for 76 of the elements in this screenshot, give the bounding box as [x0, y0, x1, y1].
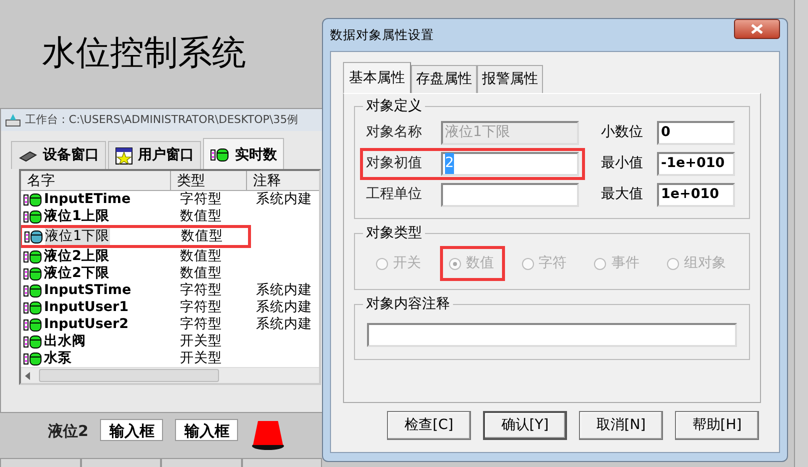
- variable-type: 字符型: [179, 316, 223, 333]
- input-box[interactable]: 输入框: [100, 419, 164, 441]
- field-label: 对象名称: [366, 123, 423, 142]
- variable-type: 字符型: [179, 191, 223, 208]
- input-field[interactable]: [441, 182, 579, 206]
- dialog-button[interactable]: 检查[C]: [387, 411, 471, 440]
- dialog-button[interactable]: 确认[Y]: [483, 411, 567, 440]
- database-icon: [210, 148, 230, 162]
- input-field[interactable]: 0: [657, 120, 735, 144]
- input-field[interactable]: -1e+010: [657, 152, 735, 176]
- column-header[interactable]: 名字: [21, 171, 171, 191]
- database-icon: [23, 192, 43, 206]
- variable-type: 数值型: [179, 208, 223, 225]
- input-box[interactable]: 输入框: [175, 419, 238, 441]
- variable-name[interactable]: 出水阀: [44, 333, 86, 350]
- cone-icon: [250, 419, 286, 451]
- variable-type: 数值型: [179, 248, 223, 265]
- variable-type: 开关型: [179, 333, 223, 350]
- close-icon: [751, 24, 763, 34]
- horizontal-scrollbar[interactable]: [21, 367, 319, 383]
- dialog-tab[interactable]: 报警属性: [477, 65, 543, 94]
- chip-icon: [18, 150, 38, 162]
- screen-tab[interactable]: [242, 458, 322, 467]
- dialog-title: 数据对象属性设置: [330, 26, 434, 44]
- dialog-tab[interactable]: 基本属性: [343, 62, 411, 94]
- workbench-tab[interactable]: 实时数: [203, 138, 284, 169]
- close-button[interactable]: [734, 19, 780, 39]
- variable-name[interactable]: 水泵: [44, 350, 72, 367]
- column-header[interactable]: 注释: [247, 171, 319, 191]
- variable-name[interactable]: InputSTime: [44, 282, 132, 299]
- dialog-button[interactable]: 帮助[H]: [675, 411, 759, 440]
- variable-type: 数值型: [180, 228, 224, 245]
- variable-name[interactable]: InputETime: [44, 191, 131, 208]
- database-icon: [23, 210, 43, 224]
- workbench-tab[interactable]: 设备窗口: [11, 141, 106, 169]
- variable-type: 开关型: [179, 350, 223, 367]
- screen-tab[interactable]: [161, 458, 242, 467]
- variable-type: 字符型: [179, 282, 223, 299]
- workbench-tab[interactable]: 用户窗口: [108, 141, 201, 169]
- field-label: 对象初值: [366, 154, 423, 173]
- variable-note: 系统内建: [255, 299, 313, 316]
- group-title: 对象类型: [363, 224, 425, 242]
- column-header[interactable]: 类型: [171, 171, 247, 191]
- dialog-button[interactable]: 取消[N]: [579, 411, 663, 440]
- variable-name[interactable]: InputUser1: [44, 299, 129, 316]
- input-field[interactable]: 1e+010: [657, 182, 735, 206]
- comment-field[interactable]: [367, 323, 737, 347]
- group-title: 对象内容注释: [363, 295, 453, 313]
- group-title: 对象定义: [363, 97, 425, 115]
- variable-name[interactable]: 液位1上限: [44, 208, 110, 225]
- workbench-icon: [5, 113, 21, 127]
- field-label: 小数位: [601, 123, 644, 142]
- variable-type: 字符型: [179, 299, 223, 316]
- database-icon: [23, 284, 43, 298]
- database-icon: [23, 318, 43, 332]
- database-icon: [24, 230, 44, 244]
- database-icon: [23, 352, 43, 366]
- field-label: 工程单位: [366, 185, 423, 204]
- dialog-tab[interactable]: 存盘属性: [411, 65, 477, 94]
- variable-name[interactable]: InputUser2: [44, 316, 129, 333]
- level-label: 液位2: [48, 421, 88, 442]
- screen-tab[interactable]: [80, 458, 161, 467]
- screen-tab[interactable]: [0, 458, 80, 467]
- variable-note: 系统内建: [255, 282, 313, 299]
- database-icon: [23, 334, 43, 348]
- app-title: 水位控制系统: [42, 32, 246, 75]
- variable-note: 系统内建: [255, 191, 313, 208]
- variable-name[interactable]: 液位2下限: [44, 265, 110, 282]
- database-icon: [23, 300, 43, 314]
- variable-type: 数值型: [179, 265, 223, 282]
- variable-note: 系统内建: [255, 316, 313, 333]
- database-icon: [23, 266, 43, 280]
- database-icon: [23, 250, 43, 264]
- window-title: 工作台 : C:\USERS\ADMINISTRATOR\DESKTOP\35例: [25, 112, 298, 128]
- field-label: 最大值: [601, 185, 644, 204]
- field-label: 最小值: [601, 154, 644, 173]
